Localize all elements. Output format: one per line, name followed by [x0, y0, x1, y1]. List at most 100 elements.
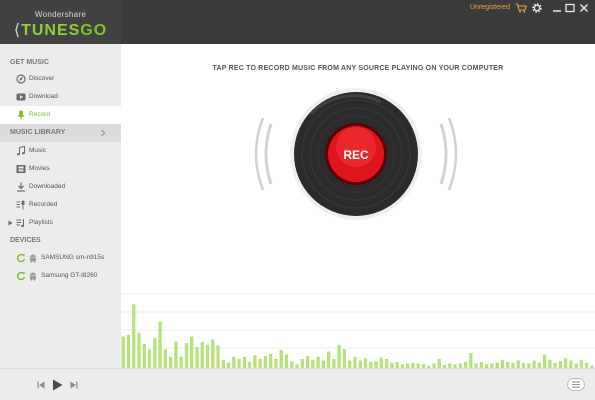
waveform-bar: [216, 345, 220, 368]
expand-arrow-icon[interactable]: [8, 220, 13, 226]
player-bar: [0, 368, 595, 400]
download-icon: [16, 93, 26, 101]
waveform-bar: [437, 359, 441, 368]
waveform-bar: [569, 360, 573, 368]
section-devices: DEVICES: [10, 237, 41, 244]
waveform-bar: [142, 344, 146, 368]
waveform-bar: [300, 359, 304, 368]
sidebar-item-playlists[interactable]: Playlists: [0, 214, 121, 232]
cart-icon[interactable]: [515, 3, 527, 13]
sidebar-item-discover[interactable]: Discover: [0, 70, 121, 88]
sync-icon: [17, 271, 26, 281]
waveform-bar: [121, 336, 125, 368]
sidebar-item-label: Downloaded: [29, 183, 66, 190]
waveform-bar: [184, 343, 189, 368]
android-icon: [30, 254, 36, 263]
waveform-bar: [269, 353, 273, 368]
next-icon[interactable]: [70, 381, 78, 389]
playlist-icon: [16, 219, 24, 228]
logo-company: Wondershare: [34, 10, 87, 19]
android-icon: [30, 272, 36, 281]
waveform-bar: [153, 338, 157, 368]
microphone-icon: [17, 110, 25, 120]
waveform-bar: [332, 359, 336, 368]
record-panel: TAP REC TO RECORD MUSIC FROM ANY SOURCE …: [121, 44, 595, 368]
waveform-bar: [190, 336, 194, 368]
chevron-right-icon[interactable]: [99, 129, 107, 137]
sidebar-item-label: Movies: [29, 165, 50, 172]
waveform-bar: [379, 357, 383, 368]
film-icon: [16, 165, 26, 173]
waveform-bar: [132, 304, 136, 368]
waveform-bar: [374, 361, 378, 368]
settings-icon[interactable]: [531, 2, 543, 14]
music-note-icon: [17, 146, 25, 156]
waveform-bar: [174, 341, 178, 368]
waveform-bar: [258, 359, 262, 368]
waveform-bar: [253, 355, 257, 368]
sidebar-item-label: Record: [29, 111, 50, 118]
logo-product: ⟨TUNESGO: [13, 22, 108, 39]
waveform-bar: [516, 360, 520, 368]
waveform-bar: [242, 356, 246, 368]
waveform-bar: [211, 339, 215, 368]
sidebar-item-label: Playlists: [29, 219, 53, 226]
sidebar-item-record[interactable]: Record: [0, 106, 121, 124]
sync-icon: [17, 253, 26, 263]
waveform-bar: [237, 359, 241, 368]
waveform-bar: [274, 359, 278, 368]
previous-icon[interactable]: [37, 381, 45, 389]
waveform-bar: [221, 359, 225, 368]
sidebar-item-label: SAMSUNG sm-n915s: [41, 254, 105, 261]
audio-waveform: [121, 293, 595, 368]
waveform-bar: [327, 351, 331, 368]
waveform-bar: [200, 341, 204, 368]
sidebar-item-download[interactable]: Download: [0, 88, 121, 106]
section-music-library-label: MUSIC LIBRARY: [10, 129, 66, 136]
app-logo: Wondershare ⟨TUNESGO: [0, 0, 121, 44]
sidebar-item-downloaded[interactable]: Downloaded: [0, 178, 121, 196]
play-icon[interactable]: [52, 379, 63, 391]
waveform-bar: [542, 354, 547, 368]
sidebar-item-music[interactable]: Music: [0, 142, 121, 160]
minimize-icon[interactable]: [551, 2, 563, 14]
waveform-bar: [232, 356, 236, 368]
close-icon[interactable]: [578, 2, 590, 14]
waveform-bar: [158, 321, 162, 368]
waveform-bar: [532, 360, 536, 368]
sidebar-item-device-2[interactable]: Samsung GT-I8260: [0, 267, 121, 285]
waveform-bar: [179, 356, 183, 368]
waveform-bar: [279, 350, 283, 368]
section-music-library[interactable]: MUSIC LIBRARY: [0, 124, 121, 142]
waveform-bar: [500, 359, 505, 368]
waveform-bar: [137, 332, 141, 368]
waveform-bar: [321, 360, 325, 368]
playlist-toggle-icon[interactable]: [567, 378, 585, 391]
waveform-bar: [548, 359, 552, 368]
waveform-bar: [342, 349, 347, 368]
logo-product-suffix: GO: [80, 22, 108, 39]
waveform-bar: [147, 349, 152, 368]
waveform-bar: [195, 347, 199, 368]
maximize-icon[interactable]: [564, 2, 576, 14]
sidebar-item-label: Download: [29, 93, 58, 100]
waveform-bar: [263, 356, 268, 368]
waveform-bar: [558, 361, 562, 368]
waveform-bar: [163, 349, 167, 368]
logo-product-prefix: TUNES: [21, 22, 81, 39]
waveform-bar: [469, 353, 473, 368]
title-bar: Wondershare ⟨TUNESGO Unregistered: [0, 0, 595, 44]
waveform-bar: [358, 360, 362, 368]
unregistered-link[interactable]: Unregistered: [470, 4, 510, 11]
waveform-bar: [316, 356, 320, 368]
waveform-bar: [363, 358, 368, 368]
download-arrow-icon: [17, 182, 25, 192]
waveform-bar: [126, 335, 131, 368]
sidebar-item-label: Discover: [29, 75, 55, 82]
waveform-bar: [284, 354, 289, 368]
waveform-bar: [337, 344, 341, 368]
sidebar-item-recorded[interactable]: Recorded: [0, 196, 121, 214]
waveform-bar: [348, 360, 352, 368]
sidebar-item-movies[interactable]: Movies: [0, 160, 121, 178]
sidebar-item-device-1[interactable]: SAMSUNG sm-n915s: [0, 249, 121, 267]
